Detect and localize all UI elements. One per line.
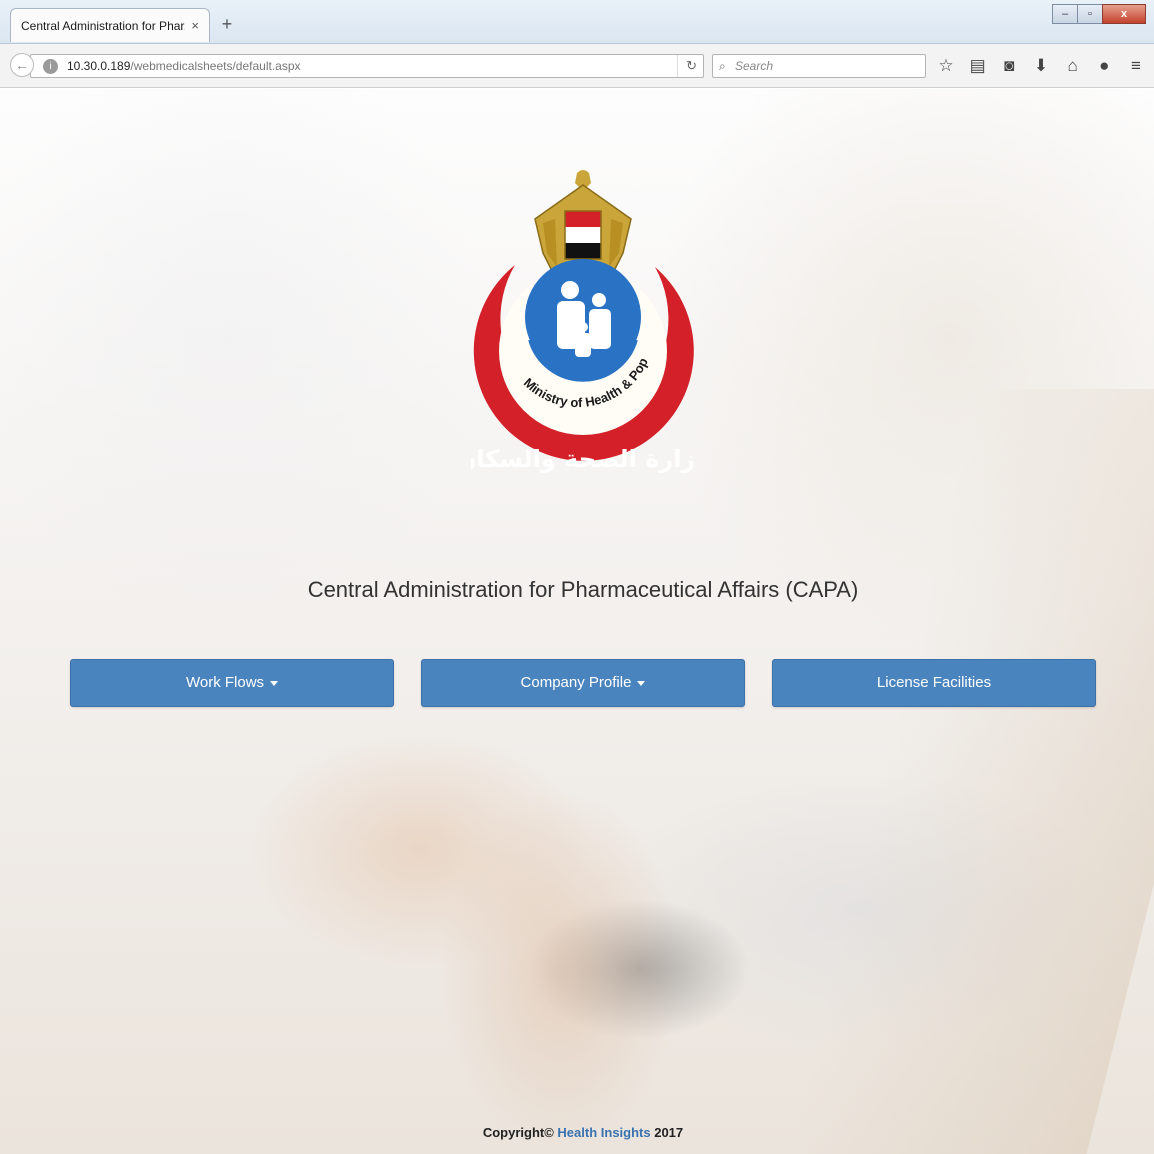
bookmark-star-icon[interactable]: ☆	[934, 54, 958, 78]
work-flows-label: Work Flows	[185, 674, 265, 691]
caret-down-icon	[637, 680, 646, 686]
ministry-logo: Ministry of Health & Population وزارة ال…	[471, 167, 695, 473]
url-text: 10.30.0.189/webmedicalsheets/default.asp…	[67, 55, 301, 77]
url-path: /webmedicalsheets/default.aspx	[130, 59, 301, 73]
search-icon: ⌕	[719, 59, 726, 73]
menu-icon[interactable]: ≡	[1124, 54, 1148, 78]
work-flows-button[interactable]: Work Flows	[70, 659, 394, 707]
site-identity-icon[interactable]: i	[43, 59, 58, 74]
page-title: Central Administration for Pharmaceutica…	[307, 577, 859, 602]
footer-suffix: 2017	[650, 1125, 684, 1140]
page-content: Ministry of Health & Population وزارة ال…	[0, 89, 1154, 1154]
download-icon[interactable]: ⬇	[1029, 54, 1053, 78]
back-button[interactable]: ←	[10, 53, 34, 77]
search-bar[interactable]: ⌕ Search	[712, 54, 926, 78]
footer-prefix: Copyright©	[482, 1125, 558, 1140]
browser-titlebar: Central Administration for Phar... × + –…	[0, 0, 1154, 44]
footer: Copyright© Health Insights 2017	[0, 1125, 1154, 1140]
pocket-icon[interactable]: ◙	[997, 54, 1021, 78]
browser-tab[interactable]: Central Administration for Phar... ×	[10, 8, 210, 42]
company-profile-label: Company Profile	[520, 674, 632, 691]
tab-close-icon[interactable]: ×	[191, 18, 199, 33]
search-placeholder: Search	[735, 59, 774, 73]
minimize-button[interactable]: –	[1052, 4, 1078, 24]
restore-button[interactable]: ▫	[1077, 4, 1103, 24]
chat-icon[interactable]: ●	[1092, 54, 1116, 78]
window-controls: – ▫ x	[1052, 4, 1146, 24]
browser-toolbar: ☆ ▤ ◙ ⬇ ⌂ ● ≡	[934, 54, 1148, 78]
browser-navbar: i 10.30.0.189/webmedicalsheets/default.a…	[0, 44, 1154, 88]
url-bar[interactable]: i 10.30.0.189/webmedicalsheets/default.a…	[30, 54, 704, 78]
tab-title: Central Administration for Phar...	[21, 18, 186, 33]
background-laptop	[782, 389, 1154, 1154]
license-facilities-label: License Facilities	[876, 674, 992, 691]
url-host: 10.30.0.189	[67, 59, 131, 73]
reading-list-icon[interactable]: ▤	[966, 54, 990, 78]
close-window-button[interactable]: x	[1102, 4, 1146, 24]
new-tab-button[interactable]: +	[216, 13, 238, 35]
license-facilities-button[interactable]: License Facilities	[772, 659, 1096, 707]
company-profile-button[interactable]: Company Profile	[421, 659, 745, 707]
logo-arabic-text: وزارة الصحة والسكان	[471, 445, 695, 473]
health-insights-link[interactable]: Health Insights	[557, 1125, 650, 1140]
caret-down-icon	[270, 680, 279, 686]
back-arrow-icon: ←	[15, 57, 29, 73]
reload-icon[interactable]: ↻	[677, 55, 697, 77]
home-icon[interactable]: ⌂	[1061, 54, 1085, 78]
